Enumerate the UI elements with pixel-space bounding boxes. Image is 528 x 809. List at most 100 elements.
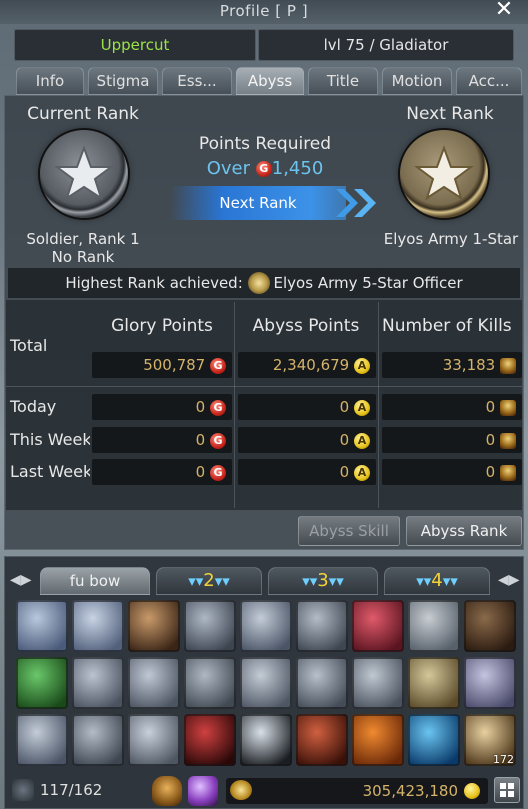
- scroll-left-icon[interactable]: ◀▶: [10, 572, 32, 588]
- today-abyss-points: 0 A: [238, 394, 376, 420]
- row-label-last-week: Last Week: [10, 462, 90, 481]
- abyss-skill-button[interactable]: Abyss Skill: [298, 516, 400, 546]
- current-rank-heading: Current Rank: [27, 104, 139, 124]
- inventory-slot[interactable]: [72, 714, 124, 766]
- row-divider: [6, 386, 522, 387]
- abyss-rank-button[interactable]: Abyss Rank: [406, 516, 522, 546]
- inventory-slot[interactable]: [296, 714, 348, 766]
- inventory-slot[interactable]: [352, 600, 404, 652]
- inventory-slot[interactable]: [16, 600, 68, 652]
- inventory-slot[interactable]: [184, 600, 236, 652]
- inventory-slot[interactable]: [128, 657, 180, 709]
- inventory-slot[interactable]: [16, 714, 68, 766]
- tab-motion[interactable]: Motion: [382, 67, 452, 95]
- inventory-slot[interactable]: 172: [464, 714, 516, 766]
- today-kills: 0: [382, 394, 522, 420]
- points-required-label: Points Required: [198, 134, 332, 154]
- inventory-slot[interactable]: [240, 714, 292, 766]
- inventory-slot[interactable]: [296, 600, 348, 652]
- inventory-slot[interactable]: [240, 657, 292, 709]
- glory-point-icon: G: [210, 357, 226, 374]
- column-abyss-points: Abyss Points: [252, 316, 360, 336]
- inventory-tab-4[interactable]: ▾▾4▾▾: [384, 567, 490, 595]
- kinah-bag-icon[interactable]: [152, 776, 182, 806]
- inventory-slot[interactable]: [464, 600, 516, 652]
- character-name: Uppercut: [14, 29, 256, 61]
- inventory-slot[interactable]: [464, 657, 516, 709]
- inventory-tab-fu-bow[interactable]: fu bow: [40, 567, 150, 595]
- stack-count: 172: [493, 753, 514, 766]
- inventory-slot[interactable]: [352, 714, 404, 766]
- column-number-of-kills: Number of Kills: [382, 316, 512, 336]
- inventory-grid-button[interactable]: [494, 777, 520, 803]
- glory-point-icon: G: [210, 464, 226, 481]
- inventory-slot[interactable]: [128, 600, 180, 652]
- last-week-glory-points: 0 G: [92, 459, 232, 485]
- this-week-glory-points: 0 G: [92, 427, 232, 453]
- kills-icon: [500, 399, 516, 416]
- total-glory-points: 500,787 G: [92, 352, 232, 378]
- glory-point-icon: G: [210, 399, 226, 416]
- inventory-slot[interactable]: [296, 657, 348, 709]
- window-title: Profile [ P ]: [0, 0, 528, 24]
- this-week-abyss-points: 0 A: [238, 427, 376, 453]
- chevron-right-icon: [336, 189, 376, 217]
- inventory-capacity: 117/162: [40, 781, 103, 799]
- kinah-coin-icon: [464, 783, 480, 799]
- tab-title[interactable]: Title: [308, 67, 378, 95]
- inventory-slot[interactable]: [72, 600, 124, 652]
- abyss-point-icon: A: [354, 432, 370, 449]
- tab-accessories[interactable]: Acc...: [456, 67, 522, 95]
- tab-stigma[interactable]: Stigma: [88, 67, 158, 95]
- row-label-today: Today: [10, 397, 57, 416]
- points-required-value: Over G 1,450: [170, 158, 360, 179]
- kinah-pouch-icon: [230, 780, 252, 800]
- inventory-slot[interactable]: [16, 657, 68, 709]
- total-abyss-points: 2,340,679 A: [238, 352, 376, 378]
- kills-icon: [500, 464, 516, 481]
- close-icon[interactable]: ✕: [490, 0, 518, 22]
- tab-abyss[interactable]: Abyss: [236, 67, 304, 95]
- dice-box-icon[interactable]: [188, 776, 218, 806]
- abyss-point-icon: A: [354, 399, 370, 416]
- character-level-class: lvl 75 / Gladiator: [258, 29, 514, 61]
- today-glory-points: 0 G: [92, 394, 232, 420]
- over-prefix: Over: [206, 158, 251, 179]
- inventory-tab-3[interactable]: ▾▾3▾▾: [268, 567, 378, 595]
- row-label-this-week: This Week: [10, 430, 90, 449]
- inventory-slot[interactable]: [72, 657, 124, 709]
- column-glory-points: Glory Points: [111, 316, 213, 336]
- total-kills: 33,183: [382, 352, 522, 378]
- current-rank-subtitle: No Rank: [51, 248, 115, 266]
- cube-icon: [12, 779, 34, 801]
- this-week-kills: 0: [382, 427, 522, 453]
- abyss-point-icon: A: [354, 464, 370, 481]
- column-divider: [378, 302, 379, 508]
- tab-info[interactable]: Info: [16, 67, 84, 95]
- next-rank-name: Elyos Army 1-Star: [383, 230, 519, 248]
- inventory-slot[interactable]: [352, 657, 404, 709]
- column-divider: [234, 302, 235, 508]
- inventory-tab-2[interactable]: ▾▾2▾▾: [156, 567, 262, 595]
- last-week-kills: 0: [382, 459, 522, 485]
- scroll-right-icon[interactable]: ◀▶: [498, 572, 520, 588]
- next-rank-heading: Next Rank: [406, 104, 494, 124]
- inventory-slot[interactable]: [240, 600, 292, 652]
- kills-icon: [500, 432, 516, 449]
- inventory-slot[interactable]: [408, 657, 460, 709]
- tab-essence[interactable]: Ess...: [162, 67, 232, 95]
- current-rank-medal-icon: [40, 130, 128, 218]
- inventory-slot[interactable]: [408, 714, 460, 766]
- inventory-slot[interactable]: [128, 714, 180, 766]
- glory-point-icon: G: [255, 161, 272, 177]
- highest-rank-label: Highest Rank achieved:: [65, 274, 243, 292]
- highest-rank-row: Highest Rank achieved: Elyos Army 5-Star…: [8, 268, 520, 298]
- kills-icon: [500, 357, 516, 374]
- inventory-slot[interactable]: [184, 714, 236, 766]
- rank-medal-icon: [247, 271, 270, 294]
- highest-rank-value: Elyos Army 5-Star Officer: [273, 274, 463, 292]
- next-rank-button[interactable]: Next Rank: [170, 186, 346, 220]
- over-value: 1,450: [271, 158, 324, 179]
- inventory-slot[interactable]: [184, 657, 236, 709]
- inventory-slot[interactable]: [408, 600, 460, 652]
